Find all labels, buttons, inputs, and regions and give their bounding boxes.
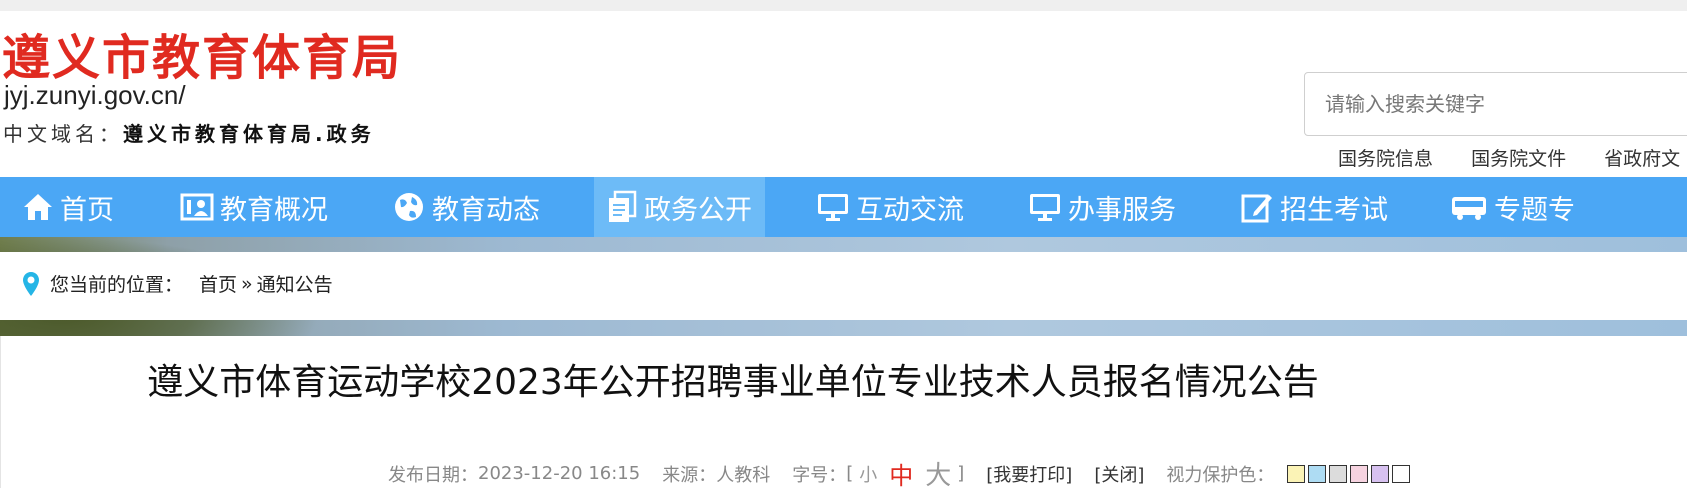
publish-date: 2023-12-20 16:15 bbox=[478, 463, 641, 484]
site-domain: jyj.zunyi.gov.cn/ bbox=[4, 80, 186, 110]
search-box bbox=[1304, 72, 1687, 136]
search-input[interactable] bbox=[1305, 73, 1687, 135]
nav-item-special-topics[interactable]: 专题专 bbox=[1450, 177, 1575, 237]
bus-icon bbox=[1452, 197, 1486, 220]
nav-item-news[interactable]: 教育动态 bbox=[392, 177, 540, 237]
home-icon bbox=[24, 194, 52, 220]
monitor-icon bbox=[1030, 194, 1060, 221]
eye-care-swatch-yellow[interactable] bbox=[1287, 464, 1306, 483]
location-pin-icon bbox=[23, 271, 39, 296]
documents-icon bbox=[609, 190, 637, 222]
eye-care-swatch-blue[interactable] bbox=[1308, 464, 1327, 483]
nav-label: 招生考试 bbox=[1280, 194, 1388, 226]
font-size-large-button[interactable]: 大 bbox=[925, 455, 951, 488]
bracket-close: ] bbox=[957, 463, 965, 484]
main-nav: 首页 教育概况 教育动态 政务公开 互动交流 办事服务 招生考试 专题专 bbox=[0, 177, 1687, 237]
nav-label: 互动交流 bbox=[856, 194, 964, 226]
nav-label: 首页 bbox=[60, 194, 114, 226]
site-logo-title[interactable]: 遵义市教育体育局 bbox=[2, 18, 402, 88]
breadcrumb: 您当前的位置： 首页 » 通知公告 bbox=[22, 270, 333, 297]
top-strip bbox=[0, 0, 1687, 11]
nav-item-services[interactable]: 办事服务 bbox=[1028, 177, 1176, 237]
source-value: 人教科 bbox=[716, 464, 771, 486]
bracket-open: [ bbox=[846, 463, 854, 484]
id-card-icon bbox=[180, 193, 214, 221]
eye-care-label: 视力保护色： bbox=[1166, 464, 1275, 486]
breadcrumb-separator: » bbox=[241, 272, 253, 295]
font-size-small-button[interactable]: 小 bbox=[859, 461, 877, 487]
nav-item-admissions[interactable]: 招生考试 bbox=[1240, 177, 1388, 237]
font-size-medium-button[interactable]: 中 bbox=[889, 456, 913, 488]
link-provincial-docs[interactable]: 省政府文 bbox=[1604, 148, 1680, 170]
nav-label: 教育动态 bbox=[432, 194, 540, 226]
chinese-domain-value: 遵义市教育体育局.政务 bbox=[123, 122, 375, 146]
eye-care-swatch-gray[interactable] bbox=[1329, 464, 1348, 483]
font-size-label: 字号： bbox=[792, 464, 847, 486]
nav-item-home[interactable]: 首页 bbox=[22, 177, 114, 237]
monitor-icon bbox=[818, 194, 848, 221]
print-link[interactable]: [我要打印] bbox=[986, 461, 1072, 487]
article-meta: 发布日期： 2023-12-20 16:15 来源： 人教科 字号： [ 小 中… bbox=[388, 455, 1411, 488]
link-state-council-docs[interactable]: 国务院文件 bbox=[1471, 148, 1566, 170]
chinese-domain-label: 中文域名： bbox=[3, 122, 123, 146]
publish-date-label: 发布日期： bbox=[388, 464, 478, 486]
chinese-domain: 中文域名：遵义市教育体育局.政务 bbox=[3, 118, 375, 147]
nav-label: 教育概况 bbox=[220, 194, 328, 226]
eye-care-swatch-pink[interactable] bbox=[1350, 464, 1369, 483]
eye-care-swatch-purple[interactable] bbox=[1371, 464, 1390, 483]
nav-item-gov-affairs[interactable]: 政务公开 bbox=[594, 177, 765, 237]
nav-item-overview[interactable]: 教育概况 bbox=[180, 177, 328, 237]
nav-item-interaction[interactable]: 互动交流 bbox=[816, 177, 964, 237]
nav-label: 办事服务 bbox=[1068, 194, 1176, 226]
top-links: 国务院信息 国务院文件 省政府文 bbox=[1338, 144, 1687, 171]
edit-icon bbox=[1241, 194, 1272, 223]
nav-label: 专题专 bbox=[1494, 194, 1575, 226]
globe-icon bbox=[395, 193, 423, 221]
link-state-council-info[interactable]: 国务院信息 bbox=[1338, 148, 1433, 170]
article-title: 遵义市体育运动学校2023年公开招聘事业单位专业技术人员报名情况公告 bbox=[147, 362, 1319, 403]
breadcrumb-home-link[interactable]: 首页 bbox=[199, 270, 237, 297]
close-link[interactable]: [关闭] bbox=[1094, 461, 1144, 487]
source-label: 来源： bbox=[662, 464, 717, 486]
eye-care-swatch-white[interactable] bbox=[1392, 464, 1411, 483]
nav-label: 政务公开 bbox=[644, 194, 752, 226]
breadcrumb-label: 您当前的位置： bbox=[50, 274, 184, 296]
breadcrumb-current-link[interactable]: 通知公告 bbox=[257, 270, 333, 297]
